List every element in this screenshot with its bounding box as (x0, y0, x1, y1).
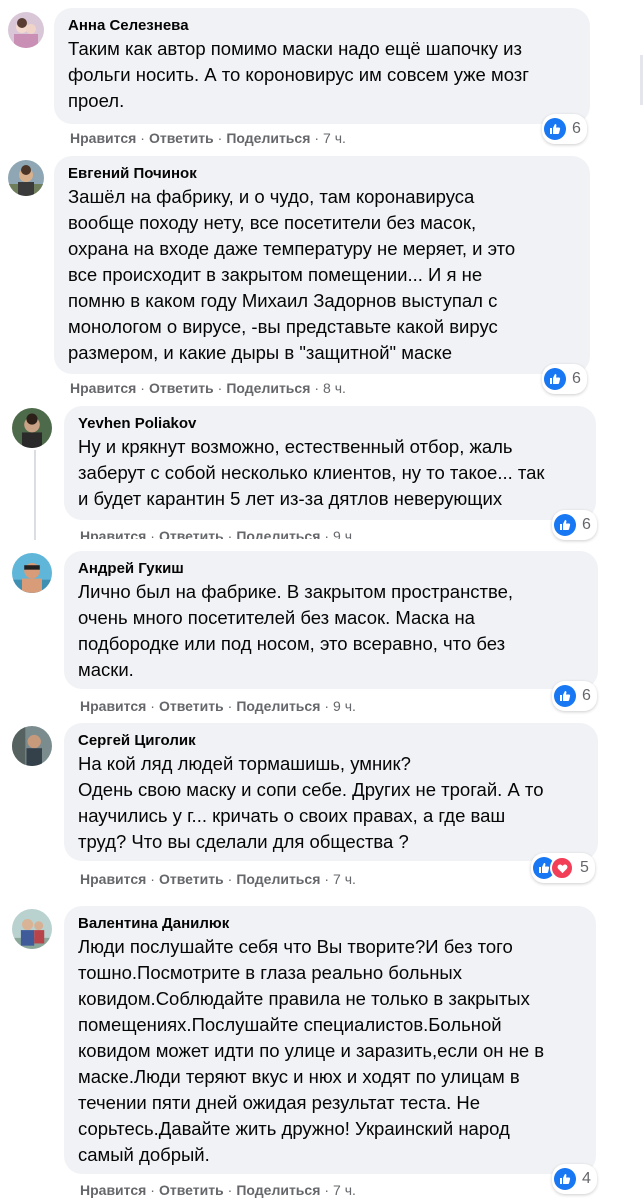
reactions-count: 6 (572, 370, 581, 387)
comment-actions: Нравится · Ответить · Поделиться · 9 ч. (80, 698, 356, 714)
share-button[interactable]: Поделиться (226, 380, 310, 396)
comment-bubble: Сергей Циголик На кой ляд людей тормашиш… (64, 723, 598, 861)
comment-author[interactable]: Сергей Циголик (78, 731, 584, 751)
like-reaction-icon (554, 1168, 576, 1190)
thread-line (34, 450, 36, 540)
comment-bubble: Yevhen Poliakov Ну и крякнут возможно, е… (64, 406, 596, 520)
like-reaction-icon (544, 118, 566, 140)
comment-author[interactable]: Валентина Данилюк (78, 914, 582, 934)
reply-button[interactable]: Ответить (149, 380, 214, 396)
comment-time[interactable]: 9 ч. (333, 698, 356, 714)
reactions-summary[interactable]: 6 (552, 510, 597, 540)
comment-actions: Нравится · Ответить · Поделиться · 7 ч. (70, 130, 346, 146)
comment-time[interactable]: 7 ч. (323, 130, 346, 146)
reactions-summary[interactable]: 6 (552, 681, 597, 711)
reply-button[interactable]: Ответить (159, 1182, 224, 1198)
like-reaction-icon (544, 368, 566, 390)
comment-time[interactable]: 8 ч. (323, 380, 346, 396)
share-button[interactable]: Поделиться (236, 528, 320, 539)
comment-actions: Нравится · Ответить · Поделиться · 9 ч. (80, 527, 356, 539)
reactions-count: 6 (572, 120, 581, 137)
comment-time[interactable]: 7 ч. (333, 871, 356, 887)
comment-time[interactable]: 7 ч. (333, 1182, 356, 1198)
avatar[interactable] (8, 12, 44, 48)
comment-author[interactable]: Евгений Починок (68, 164, 576, 184)
reply-button[interactable]: Ответить (149, 130, 214, 146)
love-reaction-icon (550, 856, 574, 880)
reactions-summary[interactable]: 5 (531, 853, 595, 883)
comment-bubble: Валентина Данилюк Люди послушайте себя ч… (64, 906, 596, 1174)
reactions-count: 4 (582, 1170, 591, 1187)
comment-time[interactable]: 9 ч. (333, 528, 356, 539)
share-button[interactable]: Поделиться (236, 1182, 320, 1198)
reactions-summary[interactable]: 6 (542, 364, 587, 394)
avatar[interactable] (12, 408, 52, 448)
reactions-count: 5 (580, 859, 589, 876)
comment-text: Зашёл на фабрику, и о чудо, там коронави… (68, 186, 516, 363)
comment-actions: Нравится · Ответить · Поделиться · 7 ч. (80, 871, 356, 887)
comment-text: Люди послушайте себя что Вы творите?И бе… (78, 936, 545, 1165)
avatar[interactable] (12, 726, 52, 766)
reply-button[interactable]: Ответить (159, 871, 224, 887)
avatar[interactable] (12, 909, 52, 949)
comment-text: Таким как автор помимо маски надо ещё ша… (68, 38, 530, 111)
comment-text: Лично был на фабрике. В закрытом простра… (78, 581, 514, 680)
reactions-count: 6 (582, 516, 591, 533)
avatar[interactable] (8, 160, 44, 196)
like-button[interactable]: Нравится (80, 871, 146, 887)
like-button[interactable]: Нравится (80, 528, 146, 539)
reactions-summary[interactable]: 4 (552, 1164, 597, 1194)
comment-author[interactable]: Андрей Гукиш (78, 559, 584, 579)
like-reaction-icon (554, 685, 576, 707)
share-button[interactable]: Поделиться (236, 871, 320, 887)
comment-actions: Нравится · Ответить · Поделиться · 7 ч. (80, 1182, 356, 1198)
reply-button[interactable]: Ответить (159, 528, 224, 539)
comment-author[interactable]: Yevhen Poliakov (78, 414, 582, 434)
share-button[interactable]: Поделиться (226, 130, 310, 146)
avatar[interactable] (12, 553, 52, 593)
comment-bubble: Анна Селезнева Таким как автор помимо ма… (54, 8, 590, 124)
comment-bubble: Евгений Починок Зашёл на фабрику, и о чу… (54, 156, 590, 374)
like-button[interactable]: Нравится (70, 380, 136, 396)
comment-bubble: Андрей Гукиш Лично был на фабрике. В зак… (64, 551, 598, 689)
reactions-summary[interactable]: 6 (542, 114, 587, 144)
share-button[interactable]: Поделиться (236, 698, 320, 714)
comment-author[interactable]: Анна Селезнева (68, 16, 576, 36)
comment-actions: Нравится · Ответить · Поделиться · 8 ч. (70, 380, 346, 396)
like-reaction-icon (554, 514, 576, 536)
comment-text: На кой ляд людей тормашишь, умник? Одень… (78, 753, 544, 852)
like-button[interactable]: Нравится (80, 1182, 146, 1198)
like-button[interactable]: Нравится (80, 698, 146, 714)
reply-button[interactable]: Ответить (159, 698, 224, 714)
like-button[interactable]: Нравится (70, 130, 136, 146)
reactions-count: 6 (582, 687, 591, 704)
comment-text: Ну и крякнут возможно, естественный отбо… (78, 436, 545, 509)
